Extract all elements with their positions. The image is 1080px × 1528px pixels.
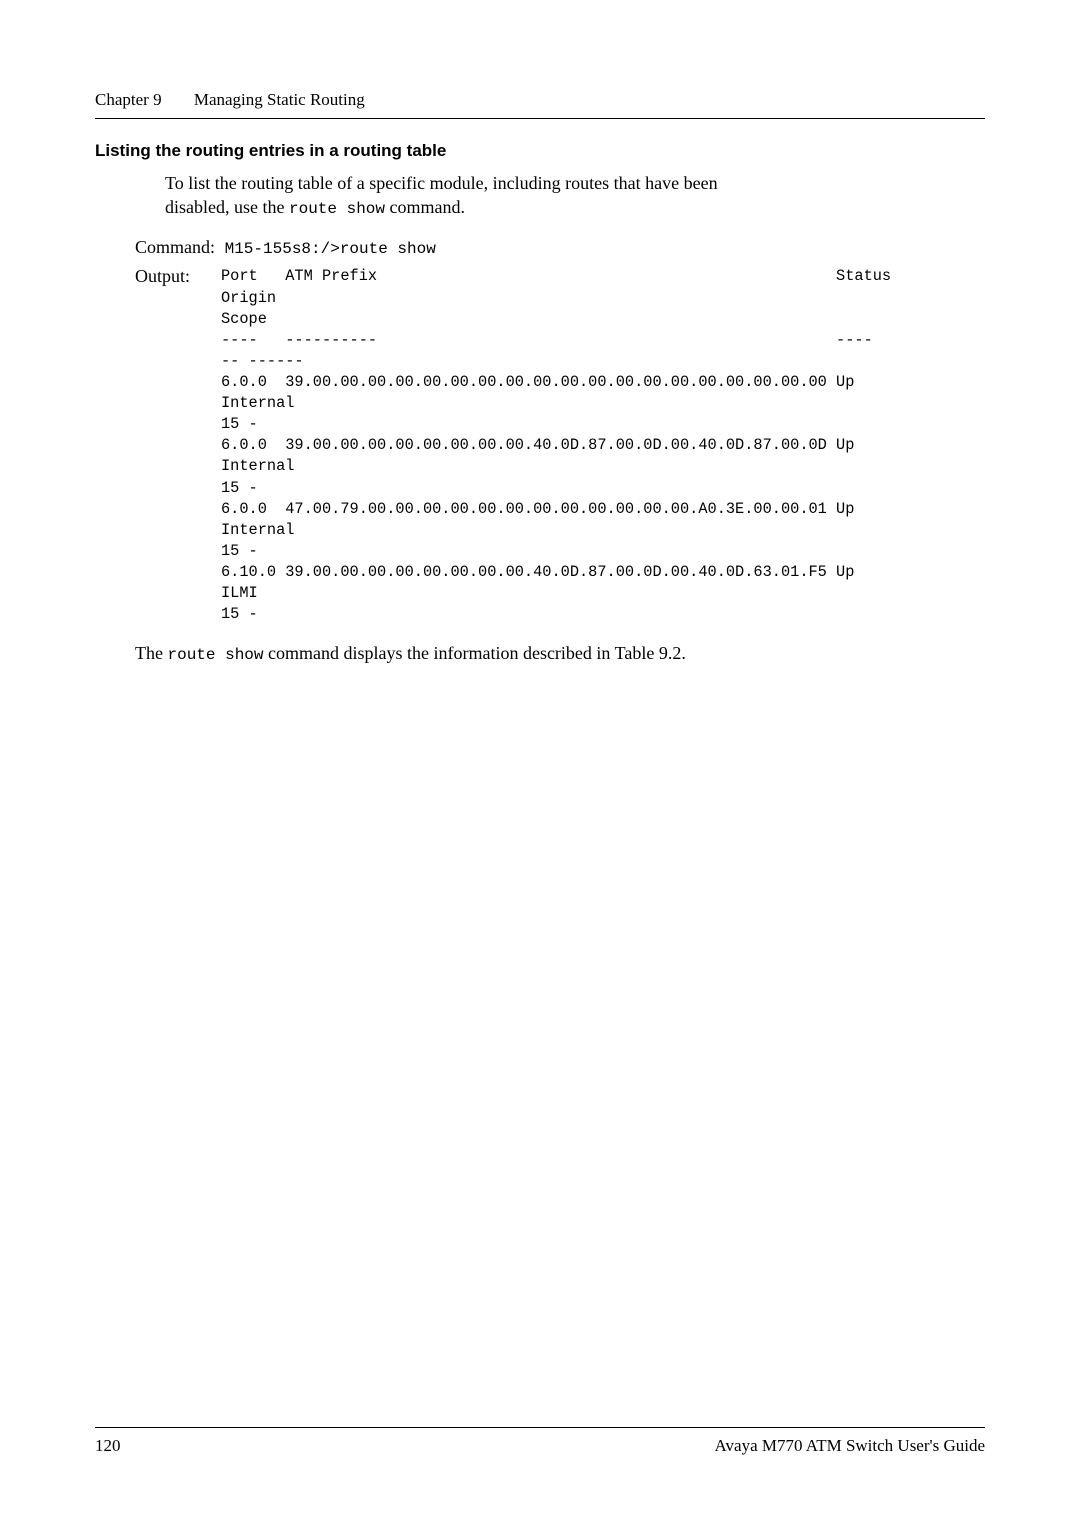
- output-row: Output: Port ATM Prefix Status Origin Sc…: [135, 266, 985, 625]
- section-heading: Listing the routing entries in a routing…: [95, 141, 985, 161]
- header-rule: [95, 118, 985, 119]
- command-text: M15-155s8:/>route show: [215, 240, 436, 258]
- intro-paragraph: To list the routing table of a specific …: [165, 171, 985, 221]
- closing-pre: The: [135, 643, 167, 663]
- guide-title: Avaya M770 ATM Switch User's Guide: [715, 1436, 985, 1456]
- closing-command-inline: route show: [167, 646, 263, 664]
- closing-post: command displays the information describ…: [264, 643, 686, 663]
- intro-line-2a: disabled, use the: [165, 197, 289, 217]
- page-number: 120: [95, 1436, 121, 1456]
- running-header: Chapter 9 Managing Static Routing: [95, 90, 985, 110]
- footer-rule: [95, 1427, 985, 1428]
- footer-row: 120 Avaya M770 ATM Switch User's Guide: [95, 1436, 985, 1456]
- chapter-title: Managing Static Routing: [194, 90, 365, 109]
- page-footer: 120 Avaya M770 ATM Switch User's Guide: [95, 1427, 985, 1456]
- intro-line-2b: command.: [385, 197, 465, 217]
- output-block: Port ATM Prefix Status Origin Scope ----…: [221, 266, 919, 625]
- command-label: Command:: [135, 235, 215, 259]
- command-row: Command: M15-155s8:/>route show: [135, 235, 985, 261]
- closing-paragraph: The route show command displays the info…: [135, 643, 985, 664]
- intro-line-1: To list the routing table of a specific …: [165, 173, 718, 193]
- chapter-label: Chapter 9: [95, 90, 162, 109]
- intro-command-inline: route show: [289, 200, 385, 218]
- output-label: Output:: [135, 266, 221, 287]
- page-container: Chapter 9 Managing Static Routing Listin…: [0, 0, 1080, 664]
